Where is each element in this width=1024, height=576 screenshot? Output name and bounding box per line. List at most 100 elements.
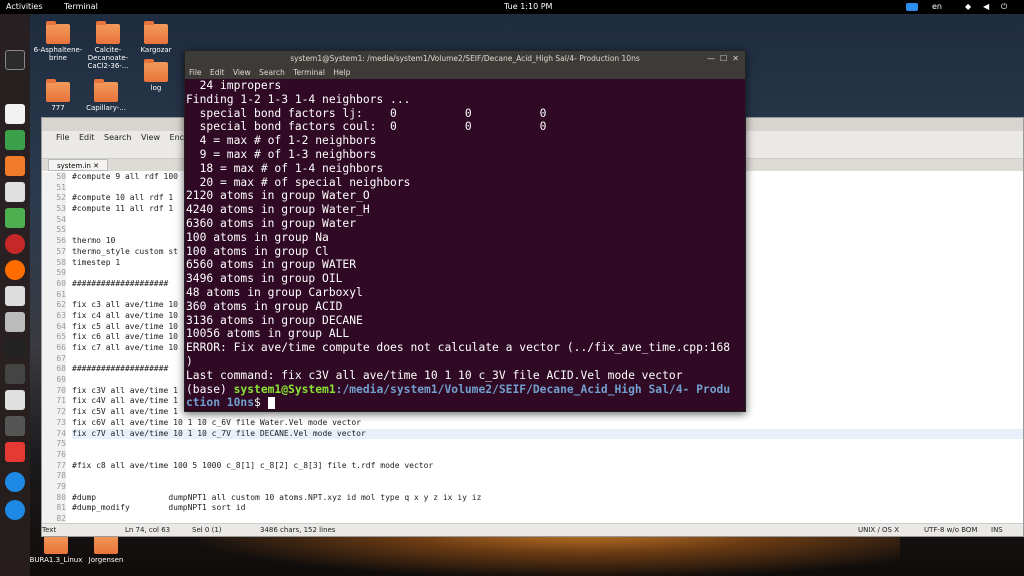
software-center-icon[interactable] [5, 156, 25, 176]
firefox-icon[interactable] [5, 260, 25, 280]
code-line[interactable] [72, 450, 1023, 461]
anydesk-icon[interactable] [5, 442, 25, 462]
nvidia-icon[interactable] [5, 338, 25, 358]
network-icon[interactable]: ◆ [965, 0, 971, 14]
line-number: 57 [56, 246, 66, 256]
menu-edit[interactable]: Edit [79, 133, 95, 142]
terminal-line: 20 = max # of special neighbors [186, 175, 411, 189]
prompt-env: (base) [186, 382, 234, 396]
line-number: 58 [56, 257, 66, 267]
files-icon[interactable] [5, 286, 25, 306]
desktop-folder[interactable]: Kargozar [126, 21, 186, 54]
line-number: 59 [56, 268, 66, 278]
settings-icon[interactable] [5, 364, 25, 384]
line-number: 72 [56, 407, 66, 417]
line-number: 68 [56, 364, 66, 374]
code-line[interactable]: #dump_modify dumpNPT1 sort id [72, 503, 1023, 514]
folder-label: Capillary-... [86, 104, 126, 112]
menu-view[interactable]: View [233, 68, 251, 77]
tab-system-in[interactable]: system.in ✕ [48, 159, 109, 171]
menu-file[interactable]: File [189, 68, 202, 77]
menu-help[interactable]: Help [333, 68, 350, 77]
status-position: Ln 74, col 63 [125, 526, 171, 534]
folder-icon [46, 79, 70, 102]
line-number: 56 [56, 236, 66, 246]
teamviewer-tray-icon[interactable] [906, 3, 918, 11]
code-line[interactable] [72, 439, 1023, 450]
terminal-output[interactable]: 24 impropers Finding 1-2 1-3 1-4 neighbor… [185, 79, 745, 411]
terminal-line: 10056 atoms in group ALL [186, 327, 350, 341]
text-editor-icon[interactable] [5, 104, 25, 124]
folder-icon [46, 21, 70, 44]
line-number: 78 [56, 471, 66, 481]
code-line[interactable] [72, 482, 1023, 493]
code-line[interactable]: fix c7V all ave/time 10 1 10 c_7V file D… [72, 428, 1023, 440]
line-number: 55 [56, 225, 66, 235]
terminal-line: 100 atoms in group Cl [186, 244, 329, 258]
menu-edit[interactable]: Edit [210, 68, 225, 77]
line-number: 76 [56, 449, 66, 459]
line-number: 74 [56, 428, 66, 438]
status-encoding[interactable]: UTF-8 w/o BOM [924, 524, 977, 537]
language-indicator[interactable]: en [932, 0, 942, 14]
line-number: 50 [56, 172, 66, 181]
menu-search[interactable]: Search [104, 133, 131, 142]
status-bar: Text Ln 74, col 63 Sel 0 (1) 3486 chars,… [42, 523, 1023, 536]
terminal-line: 9 = max # of 1-3 neighbors [186, 147, 377, 161]
terminal-window: system1@System1: /media/system1/Volume2/… [184, 50, 746, 412]
folder-label: 777 [51, 104, 65, 112]
terminal-line: special bond factors coul: 0 0 0 [186, 120, 547, 134]
terminal-icon[interactable] [5, 50, 25, 70]
desktop-folder[interactable]: Jorgensen [76, 531, 136, 564]
status-selection: Sel 0 (1) [192, 526, 222, 534]
folder-icon [144, 21, 168, 44]
menu-file[interactable]: File [56, 133, 69, 142]
system-monitor-icon[interactable] [5, 416, 25, 436]
maximize-icon[interactable]: ☐ [720, 54, 727, 63]
prompt-path: :/media/system1/Volume2/SEIF/Decane_Acid… [335, 382, 731, 396]
clock[interactable]: Tue 1:10 PM [504, 0, 552, 14]
line-number: 62 [56, 300, 66, 310]
app-menu-terminal[interactable]: Terminal [64, 0, 98, 14]
menu-search[interactable]: Search [259, 68, 285, 77]
folder-label: Jorgensen [88, 556, 124, 564]
tab-label: system.in [57, 162, 91, 170]
camera-icon[interactable] [5, 312, 25, 332]
terminal-line: Finding 1-2 1-3 1-4 neighbors ... [186, 92, 411, 106]
teamviewer-icon-2[interactable] [5, 500, 25, 520]
status-language[interactable]: Text [42, 524, 56, 537]
line-number: 54 [56, 214, 66, 224]
power-icon[interactable]: ⏻ [1001, 0, 1007, 14]
close-icon[interactable]: ✕ [732, 54, 739, 63]
status-line-ending[interactable]: UNIX / OS X [858, 524, 899, 537]
top-bar: Activities Terminal Tue 1:10 PM en ◆ ◀ ⏻ [0, 0, 1024, 14]
app-icon[interactable] [5, 234, 25, 254]
line-number: 70 [56, 385, 66, 395]
line-number: 51 [56, 182, 66, 192]
spreadsheet-icon[interactable] [5, 130, 25, 150]
teamviewer-icon[interactable] [5, 472, 25, 492]
close-icon[interactable]: ✕ [93, 162, 99, 170]
libreoffice-calc-icon[interactable] [5, 208, 25, 228]
activities-button[interactable]: Activities [6, 0, 43, 14]
folder-label: 6-Asphaltene-brine [33, 46, 83, 62]
code-line[interactable]: #dump dumpNPT1 all custom 10 atoms.NPT.x… [72, 493, 1023, 504]
code-line[interactable]: #fix c8 all ave/time 100 5 1000 c_8[1] c… [72, 461, 1023, 472]
menu-terminal[interactable]: Terminal [293, 68, 325, 77]
document-viewer-icon[interactable] [5, 182, 25, 202]
volume-icon[interactable]: ◀ [983, 0, 989, 14]
menu-view[interactable]: View [141, 133, 160, 142]
terminal-line: 4240 atoms in group Water_H [186, 203, 370, 217]
window-controls: — ☐ ✕ [707, 51, 739, 67]
status-mode: INS [991, 526, 1003, 534]
calculator-icon[interactable] [5, 390, 25, 410]
terminal-line: 24 impropers [186, 79, 282, 92]
prompt-line-cont: ction 10ns$ [186, 396, 745, 410]
code-line[interactable]: fix c6V all ave/time 10 1 10 c_6V file W… [72, 418, 1023, 429]
minimize-icon[interactable]: — [707, 54, 715, 63]
desktop-folder[interactable]: Capillary-... [76, 79, 136, 112]
terminal-titlebar[interactable]: system1@System1: /media/system1/Volume2/… [185, 51, 745, 67]
folder-label: Calcite-Decanoate-CaCl2-36-... [87, 46, 129, 70]
code-line[interactable] [72, 471, 1023, 482]
line-number: 80 [56, 492, 66, 502]
